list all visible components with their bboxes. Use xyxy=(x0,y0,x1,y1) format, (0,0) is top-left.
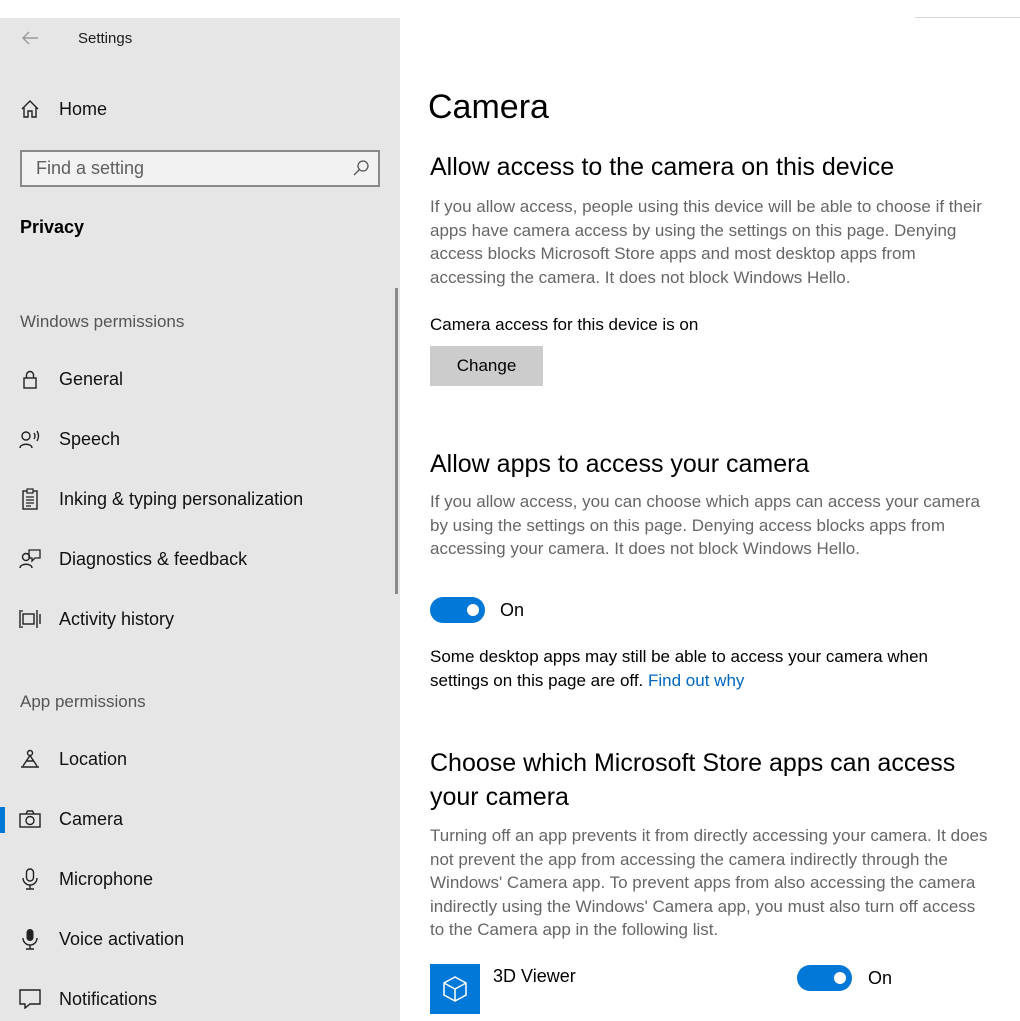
sidebar-item-notifications[interactable]: Notifications xyxy=(0,971,396,1021)
sidebar-item-activity-history[interactable]: Activity history xyxy=(0,591,396,647)
back-arrow-icon[interactable] xyxy=(20,28,40,48)
feedback-icon xyxy=(18,547,42,571)
apps-access-note: Some desktop apps may still be able to a… xyxy=(430,645,970,693)
page-title: Camera xyxy=(428,88,549,126)
location-icon xyxy=(18,747,42,771)
sidebar-item-location[interactable]: Location xyxy=(0,731,396,787)
sidebar-item-label: Home xyxy=(59,98,108,119)
sidebar-item-label: General xyxy=(59,368,124,389)
speech-icon xyxy=(18,427,42,451)
group-header-app-permissions: App permissions xyxy=(20,692,146,711)
section-title: Privacy xyxy=(20,217,85,237)
title-bar: Settings xyxy=(0,18,400,60)
search-icon[interactable] xyxy=(352,159,370,177)
apps-access-heading: Allow apps to access your camera xyxy=(430,450,810,478)
sidebar-item-label: Speech xyxy=(59,428,121,449)
voice-icon xyxy=(18,927,42,951)
store-apps-heading: Choose which Microsoft Store apps can ac… xyxy=(430,749,956,811)
sidebar-item-label: Notifications xyxy=(59,988,158,1009)
store-apps-description: Turning off an app prevents it from dire… xyxy=(430,826,988,939)
sidebar-item-label: Microphone xyxy=(59,868,154,889)
camera-icon xyxy=(18,807,42,831)
apps-access-toggle[interactable] xyxy=(430,597,485,623)
sidebar-item-inking-typing[interactable]: Inking & typing personalization xyxy=(0,471,396,527)
sidebar-item-general[interactable]: General xyxy=(0,351,396,407)
sidebar: Settings Home Privacy Windows permission… xyxy=(0,18,400,1021)
lock-icon xyxy=(18,367,42,391)
microphone-icon xyxy=(18,867,42,891)
notifications-icon xyxy=(18,987,42,1011)
top-strip xyxy=(0,0,1020,18)
sidebar-item-speech[interactable]: Speech xyxy=(0,411,396,467)
sidebar-item-label: Camera xyxy=(59,808,124,829)
device-access-status: Camera access for this device is on xyxy=(430,315,699,334)
search-box[interactable] xyxy=(20,150,380,187)
sidebar-item-label: Inking & typing personalization xyxy=(59,488,304,509)
3d-viewer-toggle-label: On xyxy=(868,968,893,988)
app-title: Settings xyxy=(78,30,133,47)
sidebar-item-microphone[interactable]: Microphone xyxy=(0,851,396,907)
sidebar-item-voice-activation[interactable]: Voice activation xyxy=(0,911,396,967)
main-content: Camera Allow access to the camera on thi… xyxy=(400,18,1020,1021)
sidebar-scrollbar[interactable] xyxy=(395,288,398,594)
sidebar-item-diagnostics[interactable]: Diagnostics & feedback xyxy=(0,531,396,587)
sidebar-item-label: Voice activation xyxy=(59,928,185,949)
apps-access-toggle-label: On xyxy=(500,600,525,620)
sidebar-item-label: Activity history xyxy=(59,608,175,629)
sidebar-item-camera[interactable]: Camera xyxy=(0,791,396,847)
find-out-why-link[interactable]: Find out why xyxy=(648,671,744,690)
toggle-knob xyxy=(467,604,479,616)
device-access-description: If you allow access, people using this d… xyxy=(430,197,982,287)
toggle-knob xyxy=(834,972,846,984)
group-header-windows-permissions: Windows permissions xyxy=(20,312,185,331)
home-icon xyxy=(18,97,42,121)
3d-viewer-icon xyxy=(430,964,480,1014)
activity-icon xyxy=(18,607,42,631)
device-access-heading: Allow access to the camera on this devic… xyxy=(430,153,895,181)
search-input[interactable] xyxy=(22,152,342,185)
app-name-3d-viewer: 3D Viewer xyxy=(493,966,576,986)
sidebar-item-home[interactable]: Home xyxy=(0,81,396,137)
apps-access-description: If you allow access, you can choose whic… xyxy=(430,492,980,558)
sidebar-item-label: Diagnostics & feedback xyxy=(59,548,248,569)
selection-indicator xyxy=(0,807,5,833)
change-button[interactable]: Change xyxy=(430,346,543,386)
sidebar-item-label: Location xyxy=(59,748,128,769)
clipboard-icon xyxy=(18,487,42,511)
3d-viewer-toggle[interactable] xyxy=(797,965,852,991)
